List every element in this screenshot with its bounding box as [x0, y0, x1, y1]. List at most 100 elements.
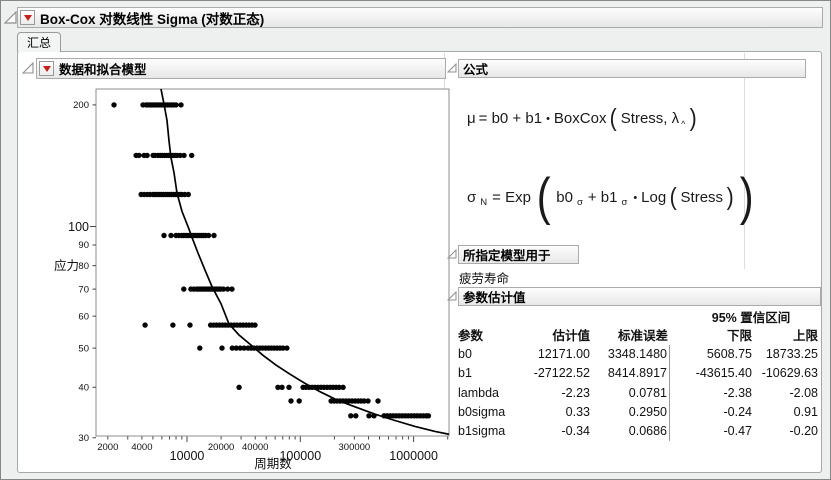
- fatigue-scatter-plot[interactable]: 2000 40001000020000 4000010000030000010000…: [21, 86, 461, 478]
- cell: 8414.8917: [592, 364, 670, 384]
- tab-summary-label: 汇总: [26, 36, 51, 50]
- open-paren: (: [610, 103, 618, 132]
- cell: 0.2950: [592, 402, 670, 423]
- close-paren: ): [726, 182, 734, 211]
- cell: b0sigma: [458, 404, 506, 419]
- disclosure-triangle-icon[interactable]: [447, 63, 457, 73]
- svg-text:300000: 300000: [339, 442, 371, 453]
- column-header-row: 参数 估计值 标准误差 下限 上限: [456, 327, 822, 345]
- column-header: 标准误差: [617, 329, 668, 343]
- cell: 0.0781: [592, 383, 670, 403]
- estimates-row-b0: b0 12171.00 3348.1480 5608.75 18733.25: [456, 345, 822, 365]
- estimates-table: 95% 置信区间参数 估计值 标准误差 下限 上限 b0 12171.00 3348.1480…: [456, 310, 822, 442]
- multiply-dot-icon: •: [633, 192, 638, 204]
- jmp-report-window: Box-Cox 对数线性 Sigma (对数正态) 汇总 数据和拟合模型 200…: [0, 0, 831, 480]
- red-triangle-menu-button[interactable]: [39, 61, 54, 76]
- plot-section-title: 数据和拟合模型: [59, 63, 147, 77]
- log-arg: Stress: [680, 188, 724, 206]
- svg-text:200: 200: [73, 100, 89, 111]
- column-header: 估计值: [552, 329, 590, 343]
- close-paren: ): [740, 168, 754, 226]
- log-fn: Log: [641, 188, 667, 206]
- mu-formula: μ = b0 + b1 • BoxCox ( Stress, λ ^ ): [467, 102, 698, 134]
- cell: -2.23: [561, 385, 591, 400]
- cell: b1: [458, 366, 472, 381]
- cell: lambda: [458, 385, 499, 400]
- svg-text:20000: 20000: [208, 442, 234, 453]
- report-title: Box-Cox 对数线性 Sigma (对数正态): [40, 11, 265, 27]
- model-for-section-header: 所指定模型用于: [458, 245, 579, 264]
- mu-linear-terms: = b0 + b1: [478, 109, 543, 127]
- cell: -2.08: [789, 385, 819, 400]
- disclosure-triangle-icon[interactable]: [4, 11, 17, 24]
- b1-sigma-sub: σ: [621, 196, 628, 208]
- cell: -0.47: [723, 424, 753, 439]
- boxcox-args: Stress, λ: [620, 109, 680, 127]
- cell: -27122.52: [533, 366, 590, 381]
- disclosure-triangle-icon[interactable]: [447, 291, 457, 301]
- cell: b1sigma: [458, 424, 506, 439]
- multiply-dot-icon: •: [546, 113, 550, 125]
- disclosure-triangle-icon[interactable]: [22, 62, 34, 74]
- cell: -2.38: [723, 385, 753, 400]
- svg-text:4000: 4000: [131, 442, 152, 453]
- disclosure-triangle-icon[interactable]: [447, 249, 457, 259]
- close-paren: ): [689, 103, 698, 132]
- cell: -43615.40: [695, 366, 752, 381]
- cell: 5608.75: [706, 347, 752, 361]
- ci-header: 95% 置信区间: [711, 311, 791, 325]
- svg-text:40: 40: [78, 382, 89, 393]
- sigma-subscript: N: [480, 196, 488, 208]
- cell: 3348.1480: [592, 345, 670, 365]
- red-triangle-icon: [23, 14, 32, 21]
- sigma-symbol: σ: [467, 188, 477, 206]
- estimates-row-b1sigma: b1sigma -0.34 0.0686 -0.47 -0.20: [456, 422, 822, 442]
- tab-summary[interactable]: 汇总: [17, 32, 61, 52]
- estimates-row-b1: b1 -27122.52 8414.8917 -43615.40 -10629.63: [456, 364, 822, 384]
- b1-sigma-term: + b1: [587, 188, 618, 206]
- x-axis-title: 周期数: [254, 456, 292, 471]
- cell: -10629.63: [761, 366, 818, 381]
- plot-frame: [95, 88, 450, 437]
- model-for-value: 疲劳寿命: [459, 272, 510, 286]
- estimates-row-b0sigma: b0sigma 0.33 0.2950 -0.24 0.91: [456, 402, 822, 423]
- cell: 0.91: [793, 404, 818, 419]
- b0-sigma-term: b0: [556, 188, 573, 206]
- cell: b0: [458, 347, 472, 361]
- open-paren: (: [669, 182, 677, 211]
- sigma-formula: σ N = Exp ( b0 σ + b1 σ • Log ( Stress )…: [467, 161, 757, 233]
- cell: -0.24: [723, 404, 753, 419]
- column-header: 上限: [792, 329, 818, 343]
- ci-header-row: 95% 置信区间: [456, 310, 822, 327]
- svg-text:100: 100: [68, 220, 89, 234]
- cell: 18733.25: [765, 347, 818, 361]
- formula-section-title: 公式: [463, 63, 489, 77]
- red-triangle-icon: [42, 65, 51, 72]
- svg-text:2000: 2000: [97, 442, 118, 453]
- report-title-bar: Box-Cox 对数线性 Sigma (对数正态): [17, 7, 823, 28]
- model-for-title: 所指定模型用于: [463, 249, 551, 263]
- boxcox-fn: BoxCox: [553, 109, 607, 127]
- column-header: 下限: [726, 329, 752, 343]
- cell: 12171.00: [537, 347, 590, 361]
- svg-text:60: 60: [78, 311, 89, 322]
- plot-section-header: 数据和拟合模型: [36, 58, 446, 79]
- cell: 0.0686: [592, 422, 670, 442]
- red-triangle-menu-button[interactable]: [20, 10, 35, 25]
- svg-text:50: 50: [78, 343, 89, 354]
- cell: 0.33: [565, 404, 590, 419]
- mu-symbol: μ: [467, 109, 476, 127]
- svg-text:90: 90: [78, 240, 89, 251]
- exp-fn: = Exp: [492, 188, 531, 206]
- estimates-title: 参数估计值: [463, 291, 526, 305]
- estimates-row-lambda: lambda -2.23 0.0781 -2.38 -2.08: [456, 383, 822, 403]
- formula-section-header: 公式: [458, 59, 806, 78]
- cell: -0.20: [789, 424, 819, 439]
- svg-text:1000000: 1000000: [389, 449, 438, 463]
- column-header: 参数: [458, 329, 484, 343]
- y-axis-title: 应力: [54, 258, 79, 273]
- b0-sigma-sub: σ: [576, 196, 583, 208]
- cell: -0.34: [561, 424, 591, 439]
- svg-text:30: 30: [78, 433, 89, 444]
- svg-text:40000: 40000: [242, 442, 268, 453]
